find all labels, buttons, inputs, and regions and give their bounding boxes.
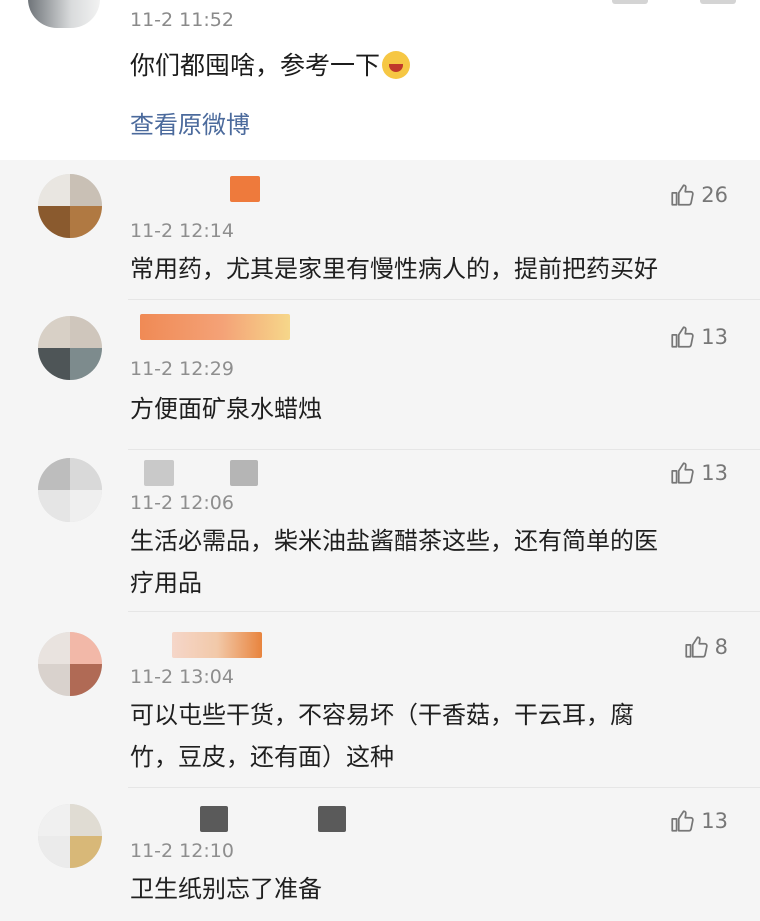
comment-item: 13 11-2 12:10 卫生纸别忘了准备 <box>0 788 760 921</box>
like-count: 8 <box>714 635 728 659</box>
post-text: 你们都囤啥，参考一下 <box>130 46 411 82</box>
comment-timestamp: 11-2 12:14 <box>130 220 234 242</box>
avatar[interactable] <box>28 0 100 28</box>
comment-text: 生活必需品，柴米油盐酱醋茶这些，还有简单的医 疗用品 <box>130 520 720 604</box>
like-count: 13 <box>701 325 728 349</box>
avatar[interactable] <box>38 458 102 522</box>
post-timestamp: 11-2 11:52 <box>130 9 234 31</box>
comment-list: 26 11-2 12:14 常用药，尤其是家里有慢性病人的，提前把药买好 13 … <box>0 160 760 921</box>
comment-text-line: 竹，豆皮，还有面）这种 <box>130 743 394 771</box>
comment-text-line: 疗用品 <box>130 569 202 597</box>
like-button[interactable]: 8 <box>683 632 728 662</box>
like-count: 26 <box>701 183 728 207</box>
username-blurred[interactable] <box>172 632 262 658</box>
username-blurred[interactable] <box>144 460 174 486</box>
username-blurred[interactable] <box>318 806 346 832</box>
avatar[interactable] <box>38 804 102 868</box>
like-button[interactable]: 13 <box>669 322 728 352</box>
comment-text-line: 生活必需品，柴米油盐酱醋茶这些，还有简单的医 <box>130 527 658 555</box>
avatar[interactable] <box>38 632 102 696</box>
username-blurred[interactable] <box>140 314 290 340</box>
decorative-bar <box>700 0 736 4</box>
thumbs-up-icon <box>685 636 708 658</box>
comment-timestamp: 11-2 12:06 <box>130 492 234 514</box>
comment-timestamp: 11-2 12:29 <box>130 358 234 380</box>
like-count: 13 <box>701 461 728 485</box>
comment-text: 常用药，尤其是家里有慢性病人的，提前把药买好 <box>130 255 658 283</box>
comment-item: 8 11-2 13:04 可以屯些干货，不容易坏（干香菇，干云耳，腐 竹，豆皮，… <box>0 612 760 788</box>
comment-timestamp: 11-2 13:04 <box>130 666 234 688</box>
comment-text-line: 可以屯些干货，不容易坏（干香菇，干云耳，腐 <box>130 701 634 729</box>
username-blurred[interactable] <box>200 806 228 832</box>
crying-laughing-emoji-icon <box>382 51 411 79</box>
thumbs-up-icon <box>671 326 694 348</box>
username-blurred[interactable] <box>230 460 258 486</box>
comment-item: 26 11-2 12:14 常用药，尤其是家里有慢性病人的，提前把药买好 <box>0 160 760 300</box>
like-count: 13 <box>701 809 728 833</box>
comment-text: 方便面矿泉水蜡烛 <box>130 395 322 423</box>
view-original-weibo-link[interactable]: 查看原微博 <box>130 105 250 140</box>
thumbs-up-icon <box>671 184 694 206</box>
post-text-content: 你们都囤啥，参考一下 <box>130 51 381 80</box>
original-post: 11-2 11:52 你们都囤啥，参考一下 查看原微博 <box>0 0 760 160</box>
avatar[interactable] <box>38 174 102 238</box>
comment-text: 可以屯些干货，不容易坏（干香菇，干云耳，腐 竹，豆皮，还有面）这种 <box>130 694 720 778</box>
like-button[interactable]: 13 <box>669 806 728 836</box>
decorative-bar <box>612 0 648 4</box>
comment-text: 卫生纸别忘了准备 <box>130 875 322 903</box>
avatar[interactable] <box>38 316 102 380</box>
thumbs-up-icon <box>671 462 694 484</box>
comment-item: 13 11-2 12:06 生活必需品，柴米油盐酱醋茶这些，还有简单的医 疗用品 <box>0 450 760 612</box>
comment-item: 13 11-2 12:29 方便面矿泉水蜡烛 <box>0 300 760 450</box>
comment-timestamp: 11-2 12:10 <box>130 840 234 862</box>
username-blurred[interactable] <box>230 176 260 202</box>
like-button[interactable]: 13 <box>669 458 728 488</box>
like-button[interactable]: 26 <box>669 180 728 210</box>
thumbs-up-icon <box>671 810 694 832</box>
